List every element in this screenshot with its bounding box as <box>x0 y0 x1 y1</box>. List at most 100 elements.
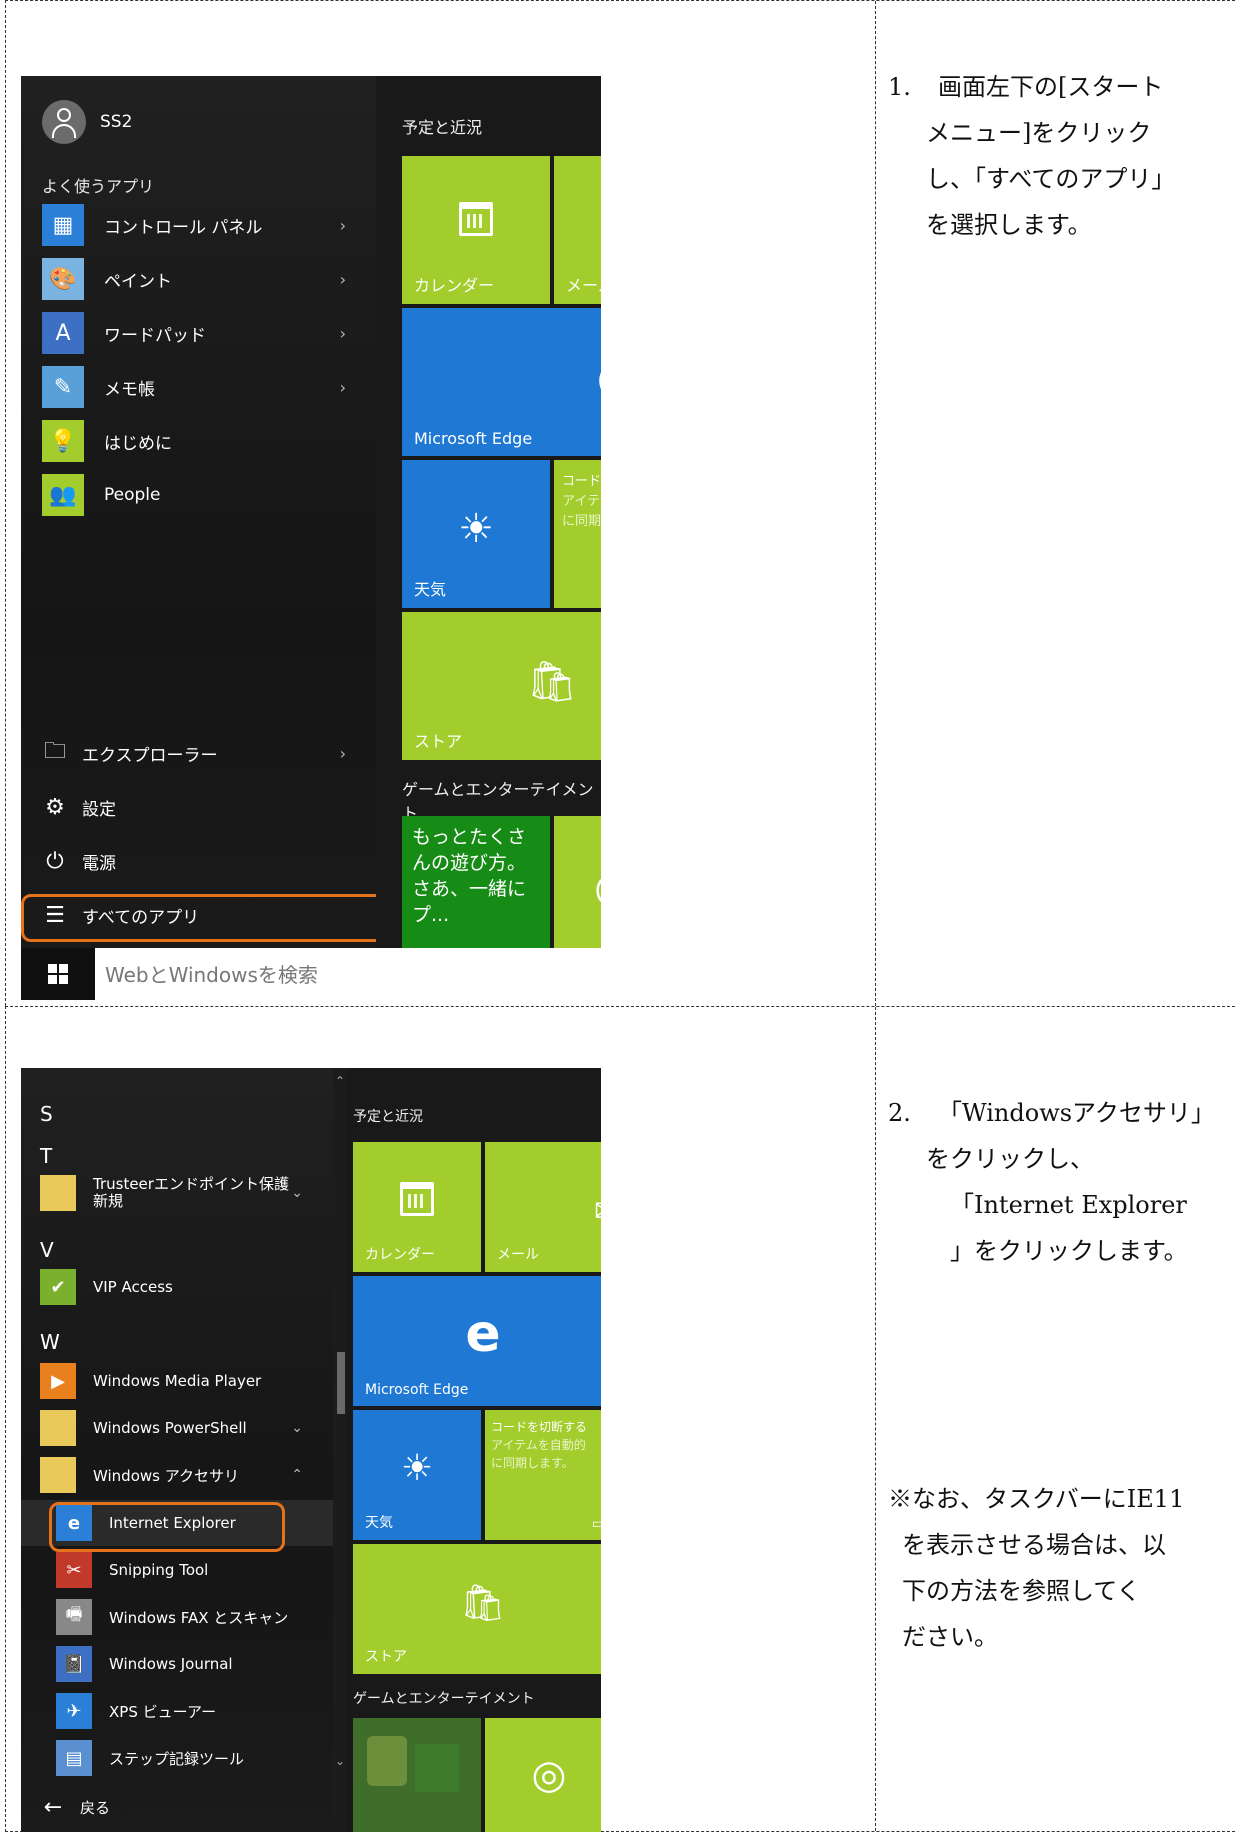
search-input[interactable] <box>103 956 587 994</box>
step1-line: し、「すべてのアプリ」 <box>926 165 1176 193</box>
column-divider <box>875 1 876 1006</box>
explorer-item[interactable]: 🗀 エクスプローラー › <box>42 730 362 776</box>
tiles-pane: 予定と近況 カレンダー ✉ メール e Microsoft Edge ☀ 天気 … <box>347 1068 601 1832</box>
chevron-right-icon[interactable]: › <box>340 744 346 763</box>
get-started-icon: 💡 <box>42 420 84 462</box>
back-label: 戻る <box>80 1798 111 1817</box>
scissors-icon: ✂ <box>56 1552 92 1588</box>
app-notepad[interactable]: ✎ メモ帳 › <box>42 364 362 410</box>
mail-tile[interactable]: ✉ メール <box>485 1142 601 1272</box>
all-apps-list: S T Trusteerエンドポイント保護 新規 ⌄ V ✔ VIP Acces… <box>21 1068 333 1832</box>
app-paint[interactable]: 🎨 ペイント › <box>42 256 362 302</box>
app-get-started[interactable]: 💡 はじめに <box>42 418 362 464</box>
step2-line: 「Windowsアクセサリ」 <box>938 1099 1215 1127</box>
mail-tile[interactable]: メール <box>554 156 601 304</box>
chevron-right-icon[interactable]: › <box>340 216 346 235</box>
store-tile[interactable]: 🛍 ストア <box>402 612 601 760</box>
chevron-right-icon[interactable]: › <box>340 270 346 289</box>
app-people[interactable]: 👥 People <box>42 472 362 518</box>
fax-icon: 🖷 <box>56 1599 92 1635</box>
tile-text: コードを切 <box>562 474 601 489</box>
store-bag-icon: 🛍 <box>460 1583 506 1624</box>
step2-number: 2. <box>888 1099 911 1127</box>
scrollbar[interactable]: ⌃ ⌄ <box>333 1068 347 1832</box>
power-item[interactable]: ⏻ 電源 <box>42 838 362 884</box>
index-letter[interactable]: S <box>40 1102 53 1126</box>
app-label: Windows PowerShell <box>93 1419 247 1437</box>
folder-icon <box>40 1457 76 1493</box>
step1-line: を選択します。 <box>926 211 1092 239</box>
app-xps-viewer[interactable]: ✈ XPS ビューアー <box>56 1688 315 1734</box>
chevron-right-icon[interactable]: › <box>340 324 346 343</box>
app-powershell[interactable]: Windows PowerShell ⌄ <box>40 1405 315 1451</box>
power-icon: ⏻ <box>46 848 64 874</box>
column-divider <box>875 1007 876 1831</box>
step2-instructions: 2. 「Windowsアクセサリ」 をクリックし、 「Internet Explo… <box>888 1090 1228 1274</box>
most-used-label: よく使うアプリ <box>42 177 155 196</box>
store-tile[interactable]: 🛍 ストア <box>353 1544 601 1674</box>
app-label: ステップ記録ツール <box>109 1749 245 1768</box>
all-apps-screenshot: S T Trusteerエンドポイント保護 新規 ⌄ V ✔ VIP Acces… <box>21 1068 601 1832</box>
chevron-right-icon[interactable]: › <box>340 378 346 397</box>
phone-companion-tile[interactable]: コードを切 アイテムを に同期し <box>554 460 601 608</box>
tile-label: ストア <box>365 1649 407 1665</box>
avatar-figure-icon <box>367 1736 407 1786</box>
app-journal[interactable]: 📓 Windows Journal <box>56 1641 315 1687</box>
app-control-panel[interactable]: ▦ コントロール パネル › <box>42 202 362 248</box>
app-steps-recorder[interactable]: ▤ ステップ記録ツール <box>56 1735 315 1781</box>
control-panel-icon: ▦ <box>42 204 84 246</box>
store-bag-icon: 🛍 <box>526 659 578 705</box>
app-wordpad[interactable]: A ワードパッド › <box>42 310 362 356</box>
step2-note: ※なお、タスクバーにIE11 を表示させる場合は、以 下の方法を参照してく ださ… <box>888 1476 1228 1660</box>
edge-tile[interactable]: e Microsoft Edge <box>402 308 601 456</box>
app-accessories[interactable]: Windows アクセサリ ⌃ <box>40 1452 315 1498</box>
app-media-player[interactable]: ▶ Windows Media Player <box>40 1358 315 1404</box>
app-fax-scan[interactable]: 🖷 Windows FAX とスキャン <box>56 1594 315 1640</box>
tile-label: 天気 <box>365 1515 393 1531</box>
app-label: ペイント <box>104 271 172 292</box>
scroll-up-icon[interactable]: ⌃ <box>335 1074 345 1088</box>
chevron-down-icon[interactable]: ⌄ <box>291 1420 303 1436</box>
app-label: メモ帳 <box>104 379 155 400</box>
scroll-down-icon[interactable]: ⌄ <box>335 1754 345 1768</box>
app-label: ワードパッド <box>104 325 206 346</box>
weather-tile[interactable]: ☀ 天気 <box>353 1410 481 1540</box>
app-label: Windows Journal <box>109 1655 233 1673</box>
tile-label: Microsoft Edge <box>414 429 533 448</box>
calendar-icon <box>400 1182 434 1216</box>
app-trusteer[interactable]: Trusteerエンドポイント保護 新規 ⌄ <box>40 1170 315 1216</box>
calendar-tile[interactable]: カレンダー <box>402 156 550 304</box>
xbox-tile[interactable]: もっとたくさんの遊び方。さあ、一緒にプ... <box>402 816 550 964</box>
groove-music-tile[interactable]: ◎ <box>485 1718 601 1832</box>
app-label: People <box>104 485 161 505</box>
tile-label: カレンダー <box>414 276 495 295</box>
app-label: はじめに <box>104 433 172 454</box>
scrollbar-thumb[interactable] <box>337 1352 345 1414</box>
app-vip-access[interactable]: ✔ VIP Access <box>40 1264 315 1310</box>
groove-music-tile[interactable]: ◎ <box>554 816 601 964</box>
chevron-up-icon[interactable]: ⌃ <box>291 1467 303 1483</box>
note-line: を表示させる場合は、以 <box>902 1531 1166 1559</box>
arrow-left-icon: ← <box>43 1794 63 1820</box>
weather-tile[interactable]: ☀ 天気 <box>402 460 550 608</box>
internet-explorer-highlight <box>49 1502 285 1552</box>
tile-label: カレンダー <box>365 1247 435 1263</box>
app-snipping-tool[interactable]: ✂ Snipping Tool <box>56 1547 315 1593</box>
step1-instructions: 1. 画面左下の[スタート メニュー]をクリック し、「すべてのアプリ」 を選択し… <box>888 64 1228 248</box>
index-letter[interactable]: V <box>40 1238 54 1262</box>
settings-item[interactable]: ⚙ 設定 <box>42 784 362 830</box>
back-button[interactable]: ← 戻る <box>40 1784 360 1830</box>
user-account[interactable]: SS2 <box>42 100 132 144</box>
index-letter[interactable]: T <box>40 1144 52 1168</box>
xbox-tile[interactable] <box>353 1718 481 1832</box>
vip-check-icon: ✔ <box>40 1269 76 1305</box>
app-label: VIP Access <box>93 1278 173 1296</box>
tile-text: アイテムを <box>562 494 601 509</box>
edge-tile[interactable]: e Microsoft Edge <box>353 1276 601 1406</box>
calendar-tile[interactable]: カレンダー <box>353 1142 481 1272</box>
phone-companion-tile[interactable]: コードを切断する アイテムを自動的 に同期します。 ▭ <box>485 1410 601 1540</box>
start-button[interactable] <box>21 948 95 1000</box>
tile-group-title: 予定と近況 <box>402 118 483 137</box>
chevron-down-icon[interactable]: ⌄ <box>291 1185 303 1201</box>
index-letter[interactable]: W <box>40 1330 60 1354</box>
